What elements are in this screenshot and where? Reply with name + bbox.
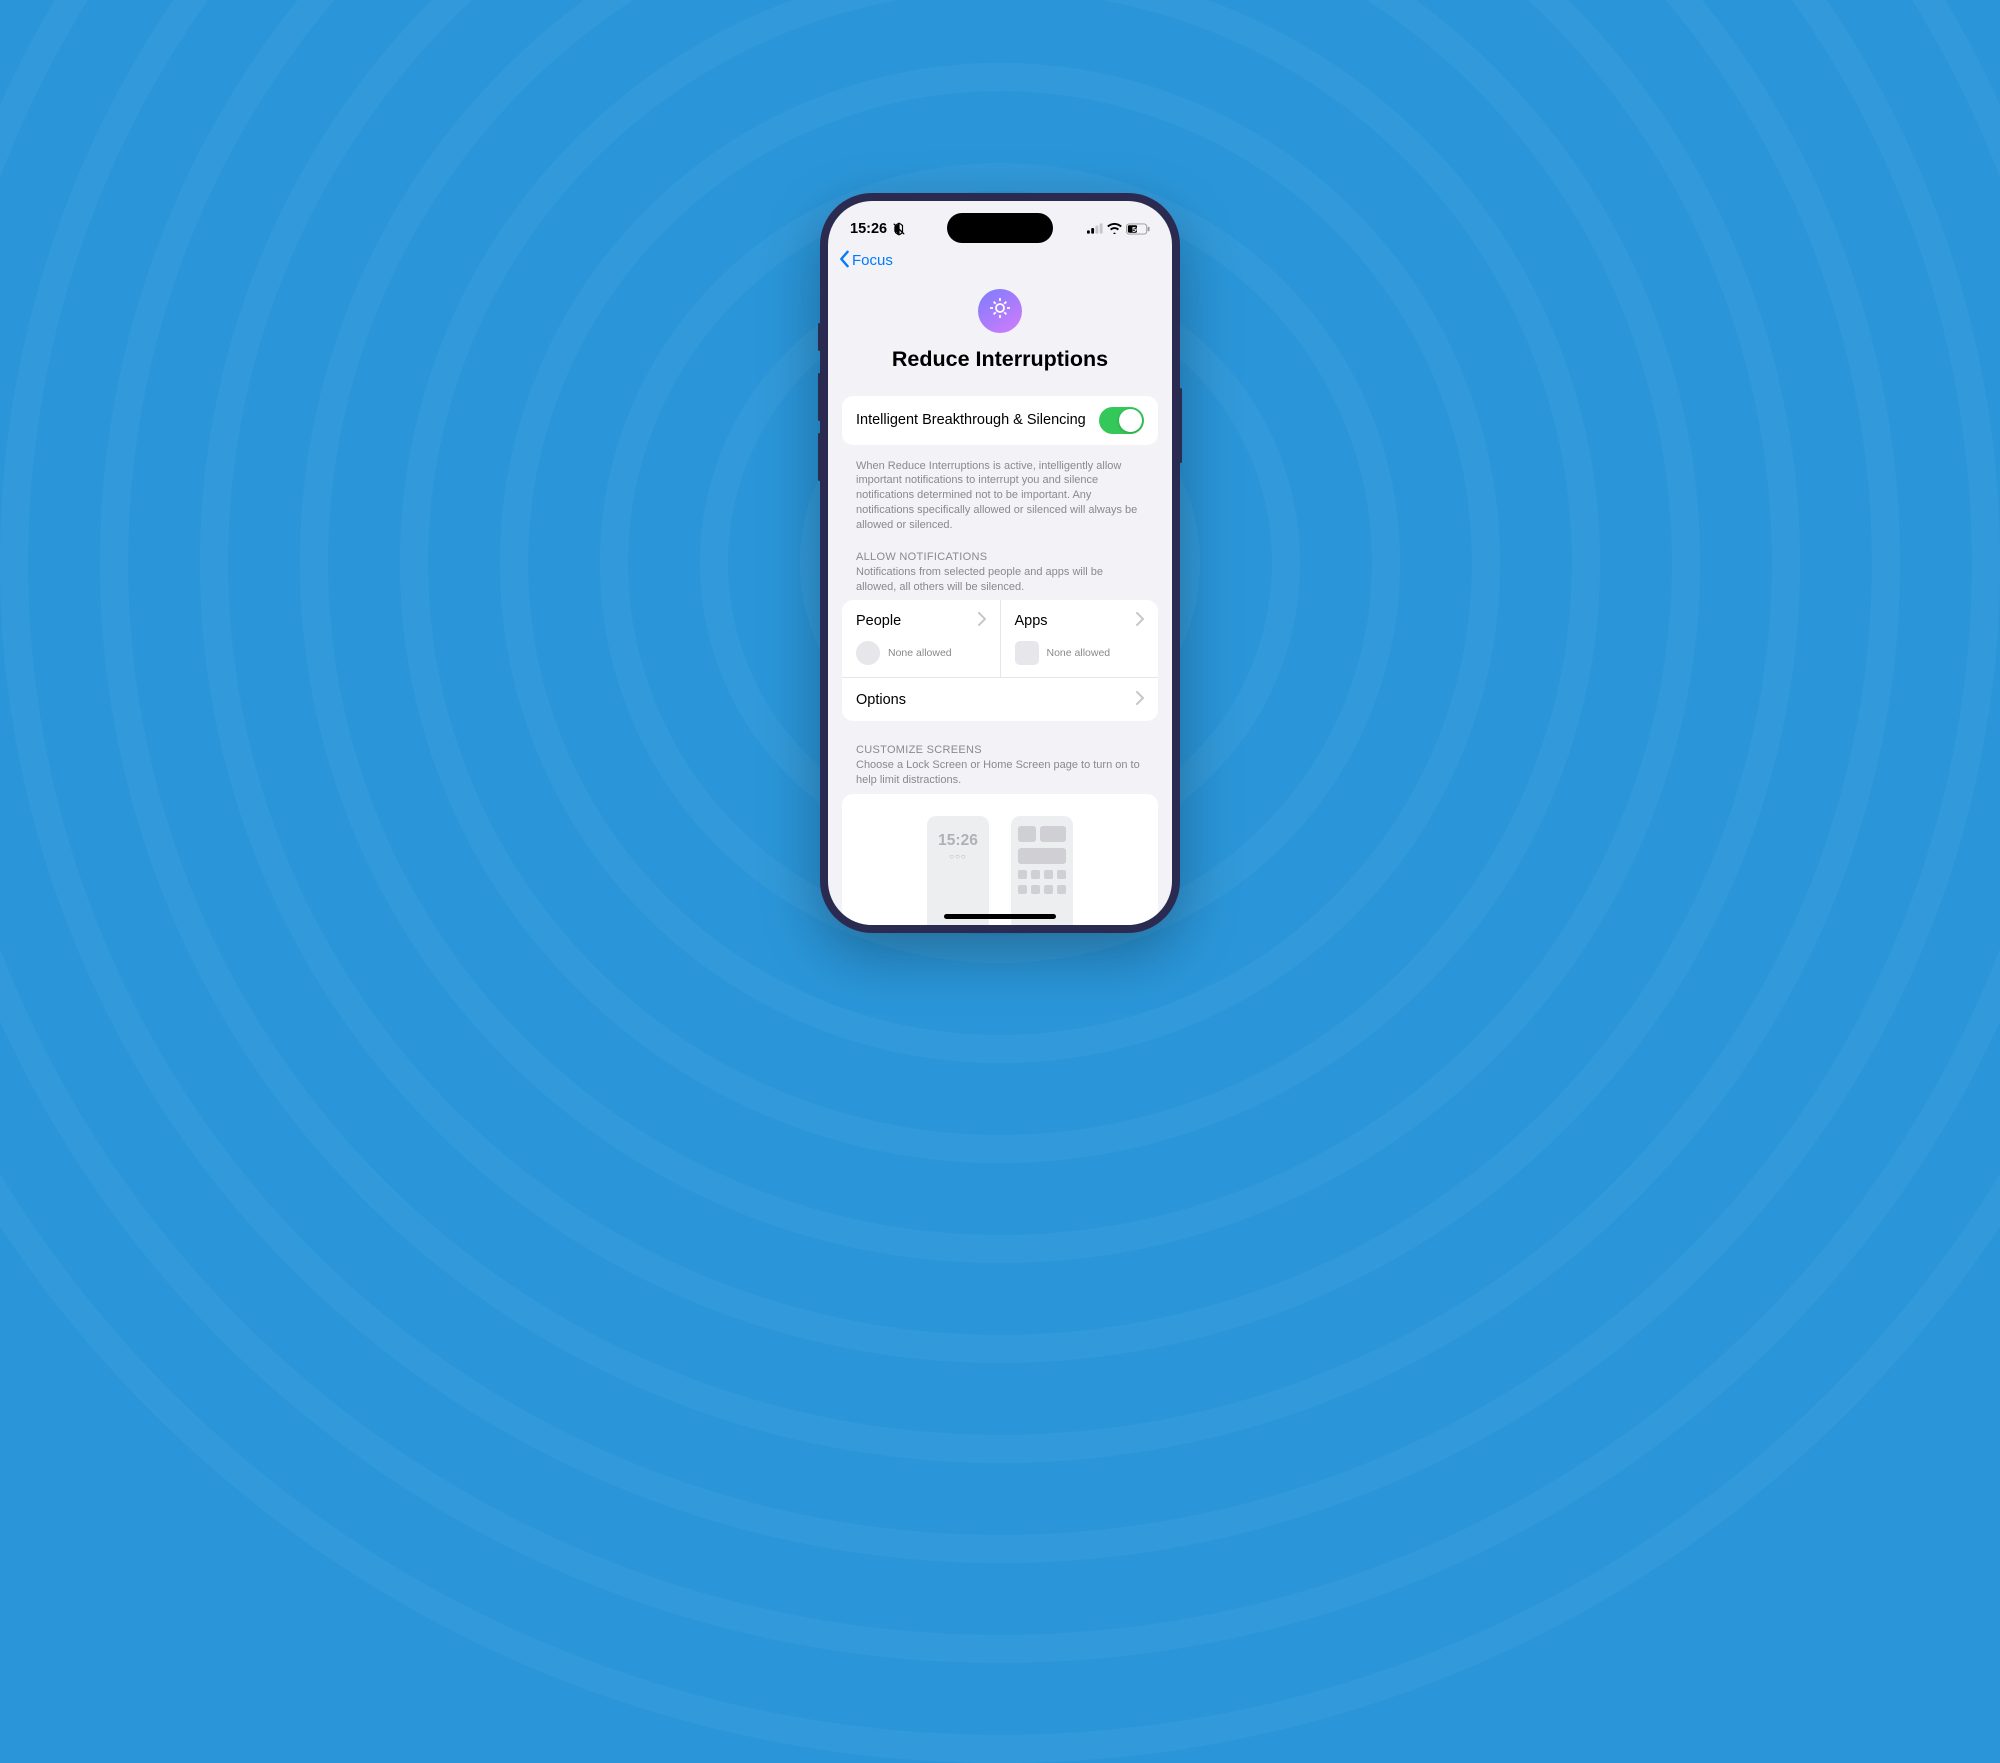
back-label: Focus xyxy=(852,252,893,269)
lock-screen-preview[interactable]: 15:26 ○○○ xyxy=(927,816,989,924)
customize-screens-subtext: Choose a Lock Screen or Home Screen page… xyxy=(842,758,1158,794)
dynamic-island xyxy=(947,213,1053,243)
battery-icon: 50 xyxy=(1126,223,1150,235)
allow-notifications-header: ALLOW NOTIFICATIONS xyxy=(842,551,1158,565)
wifi-icon xyxy=(1107,223,1122,234)
phone-screen: 15:26 xyxy=(828,201,1172,925)
avatar-placeholder-icon xyxy=(856,641,880,665)
home-indicator[interactable] xyxy=(944,914,1056,919)
intelligent-footnote: When Reduce Interruptions is active, int… xyxy=(842,454,1158,533)
people-label: People xyxy=(856,613,901,629)
home-screen-preview[interactable] xyxy=(1011,816,1073,924)
back-button[interactable]: Focus xyxy=(838,250,893,272)
lock-screen-time: 15:26 xyxy=(938,832,978,850)
cellular-signal-icon xyxy=(1087,223,1103,234)
chevron-right-icon xyxy=(1136,689,1144,710)
chevron-right-icon xyxy=(1136,610,1144,631)
intelligent-breakthrough-label: Intelligent Breakthrough & Silencing xyxy=(856,412,1086,428)
customize-screens-header: CUSTOMIZE SCREENS xyxy=(842,744,1158,758)
phone-frame: 15:26 xyxy=(820,193,1180,933)
chevron-left-icon xyxy=(838,250,850,272)
lock-screen-widgets-icon: ○○○ xyxy=(949,852,967,861)
people-button[interactable]: People None allowed xyxy=(842,600,1001,677)
svg-text:50: 50 xyxy=(1132,224,1140,233)
apps-button[interactable]: Apps None allowed xyxy=(1001,600,1159,677)
silent-mode-icon xyxy=(892,222,906,236)
app-placeholder-icon xyxy=(1015,641,1039,665)
nav-bar: Focus xyxy=(828,245,1172,281)
apps-label: Apps xyxy=(1015,613,1048,629)
intelligent-breakthrough-row: Intelligent Breakthrough & Silencing xyxy=(842,396,1158,445)
allow-notifications-subtext: Notifications from selected people and a… xyxy=(842,565,1158,601)
focus-mode-icon xyxy=(978,289,1022,333)
options-label: Options xyxy=(856,692,906,708)
intelligent-breakthrough-toggle[interactable] xyxy=(1099,407,1144,434)
page-title: Reduce Interruptions xyxy=(842,347,1158,372)
apps-status: None allowed xyxy=(1047,647,1111,659)
options-button[interactable]: Options xyxy=(842,677,1158,721)
status-time: 15:26 xyxy=(850,221,887,237)
people-status: None allowed xyxy=(888,647,952,659)
chevron-right-icon xyxy=(978,610,986,631)
